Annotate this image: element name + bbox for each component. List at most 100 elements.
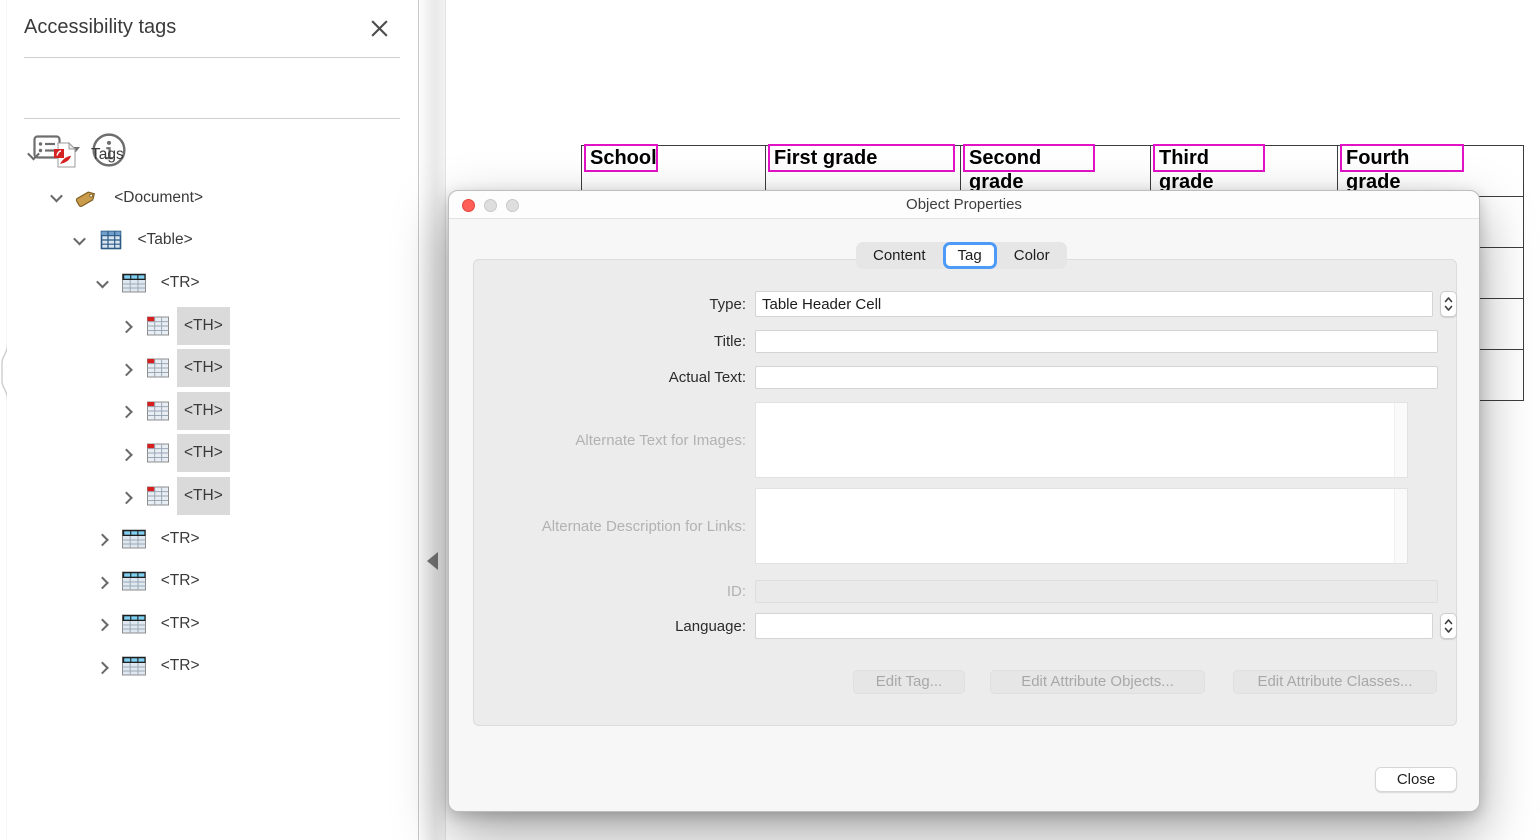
tree-item-label[interactable]: <TH> (177, 477, 230, 515)
close-button[interactable]: Close (1375, 767, 1457, 792)
table-header-highlight[interactable]: Third grade (1153, 144, 1265, 172)
edit-attribute-objects-button[interactable]: Edit Attribute Objects... (990, 670, 1205, 694)
tree-item-label[interactable]: <TH> (177, 434, 230, 472)
tree-item-th[interactable]: <TH> (7, 304, 418, 347)
panel-header: Accessibility tags (7, 0, 418, 56)
alt-desc-links-label: Alternate Description for Links: (473, 518, 746, 535)
tree-item-th[interactable]: <TH> (7, 347, 418, 390)
chevron-glyph (96, 619, 109, 632)
chevron-glyph (73, 233, 86, 246)
chevron-glyph (120, 321, 133, 334)
tree-item-label[interactable]: <Document> (107, 179, 210, 217)
title-field[interactable] (755, 330, 1438, 353)
chevron-right-icon[interactable] (118, 318, 134, 334)
tree-item-label[interactable]: <TH> (177, 392, 230, 430)
chevron-glyph (96, 576, 109, 589)
collapse-panel-icon[interactable] (427, 552, 438, 570)
chevron-glyph (27, 148, 40, 161)
accessibility-tags-panel: Accessibility tags (7, 0, 419, 840)
panel-splitter[interactable] (420, 0, 446, 840)
table-grid-line (1523, 145, 1524, 400)
table-header-highlight[interactable]: Second grade (963, 144, 1095, 172)
th-tag-icon (144, 312, 171, 339)
chevron-glyph (120, 363, 133, 376)
alt-desc-links-field[interactable] (756, 489, 1395, 563)
tree-item-label[interactable]: <TR> (154, 520, 207, 558)
tree-item-label[interactable]: <TR> (154, 562, 207, 600)
chevron-right-icon[interactable] (118, 445, 134, 461)
tree-item-th[interactable]: <TH> (7, 432, 418, 475)
type-stepper[interactable] (1440, 291, 1457, 317)
tab-color[interactable]: Color (997, 242, 1067, 269)
tag-tag-icon (74, 184, 101, 211)
alt-text-images-field[interactable] (756, 403, 1395, 477)
tr-tag-icon (121, 270, 148, 297)
chevron-right-icon[interactable] (95, 616, 111, 632)
alt-desc-links-field-wrap (755, 488, 1408, 564)
actual-text-field[interactable] (755, 366, 1438, 389)
tree-item-table[interactable]: <Table> (7, 219, 418, 262)
table-header-highlight[interactable]: First grade (768, 144, 955, 172)
chevron-right-icon[interactable] (95, 573, 111, 589)
tree-item-label[interactable]: <TR> (154, 647, 207, 685)
chevron-right-icon[interactable] (95, 658, 111, 674)
tree-item-label[interactable]: <TH> (177, 307, 230, 345)
tree-item-tags[interactable]: Tags (7, 134, 418, 177)
type-field[interactable] (755, 291, 1433, 317)
tree-item-tr[interactable]: <TR> (7, 262, 418, 305)
chevron-glyph (120, 491, 133, 504)
edit-tag-button[interactable]: Edit Tag... (853, 670, 965, 694)
chevron-down-icon[interactable] (48, 190, 64, 206)
tree-item-tr[interactable]: <TR> (7, 560, 418, 603)
tree-item-th[interactable]: <TH> (7, 475, 418, 518)
tree-item-label[interactable]: <TR> (154, 264, 207, 302)
table-header-highlight[interactable]: School (584, 144, 658, 172)
th-tag-icon (144, 397, 171, 424)
language-label: Language: (473, 618, 746, 635)
chevron-right-icon[interactable] (118, 403, 134, 419)
edit-attribute-classes-button[interactable]: Edit Attribute Classes... (1233, 670, 1437, 694)
tree-item-th[interactable]: <TH> (7, 390, 418, 433)
tr-tag-icon (121, 568, 148, 595)
chevron-glyph (96, 661, 109, 674)
alt-text-images-field-wrap (755, 402, 1408, 478)
tree-item-label[interactable]: Tags (84, 136, 131, 174)
id-label: ID: (473, 583, 746, 600)
scrollbar-gutter (1394, 489, 1407, 563)
close-icon[interactable] (366, 17, 392, 43)
chevron-right-icon[interactable] (118, 488, 134, 504)
chevron-right-icon[interactable] (118, 360, 134, 376)
table-header-highlight[interactable]: Fourth grade (1340, 144, 1464, 172)
tree-item-tr[interactable]: <TR> (7, 645, 418, 688)
type-label: Type: (473, 296, 746, 313)
dialog-titlebar[interactable]: Object Properties (449, 191, 1479, 219)
alt-text-images-label: Alternate Text for Images: (473, 432, 746, 449)
th-tag-icon (144, 440, 171, 467)
tab-tag[interactable]: Tag (943, 242, 997, 269)
tab-content[interactable]: Content (856, 242, 943, 269)
tr-tag-icon (121, 525, 148, 552)
chevron-right-icon[interactable] (95, 531, 111, 547)
chevron-down-icon[interactable] (95, 275, 111, 291)
tree-item-document[interactable]: <Document> (7, 177, 418, 220)
language-stepper[interactable] (1440, 613, 1457, 639)
table-tag-icon (98, 227, 125, 254)
tree-item-label[interactable]: <TH> (177, 349, 230, 387)
tree-item-tr[interactable]: <TR> (7, 603, 418, 646)
chevron-down-icon[interactable] (25, 147, 41, 163)
chevron-glyph (120, 449, 133, 462)
tree-item-label[interactable]: <Table> (131, 221, 200, 259)
tree-item-label[interactable]: <TR> (154, 605, 207, 643)
divider (24, 57, 400, 58)
chevron-glyph (50, 190, 63, 203)
scrollbar-gutter (1394, 403, 1407, 477)
tree-item-tr[interactable]: <TR> (7, 517, 418, 560)
tr-tag-icon (121, 653, 148, 680)
th-tag-icon (144, 483, 171, 510)
panel-title: Accessibility tags (24, 16, 176, 39)
app-window: Accessibility tags (0, 0, 1540, 840)
language-field[interactable] (755, 613, 1433, 639)
chevron-down-icon[interactable] (72, 232, 88, 248)
tag-tree: Tags <Document> <Table> <TR> <TH> <TH> <… (7, 134, 418, 688)
panel-toolbar (7, 62, 418, 118)
